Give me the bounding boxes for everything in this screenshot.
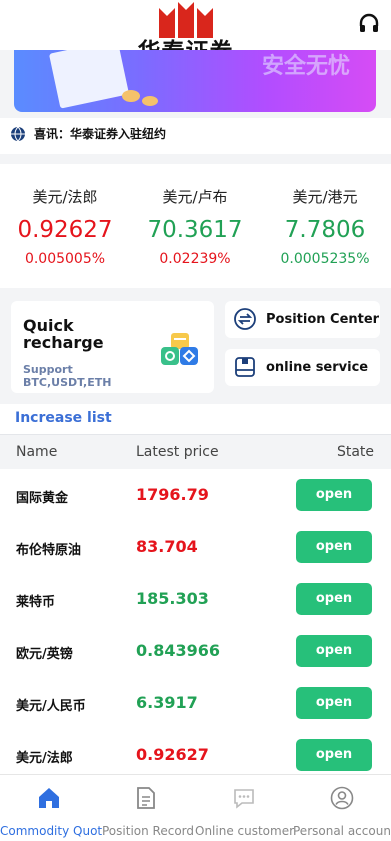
ticker-price: 70.3617 bbox=[147, 217, 243, 243]
row-name: 美元/人民币 bbox=[16, 699, 86, 714]
receipt-illustration bbox=[48, 50, 130, 109]
position-center-button[interactable]: Position Center bbox=[225, 301, 380, 338]
ticker-item[interactable]: 美元/法郎 0.92627 0.005005% bbox=[0, 186, 130, 267]
chat-icon bbox=[234, 789, 254, 809]
ticker-item[interactable]: 美元/港元 7.7806 0.0005235% bbox=[260, 186, 390, 267]
column-name: Name bbox=[16, 444, 58, 460]
table-header: Name Latest price State bbox=[0, 435, 391, 469]
nav-label: Personal account bbox=[293, 824, 391, 838]
exchange-icon bbox=[234, 308, 256, 330]
ticker-price: 0.92627 bbox=[17, 217, 113, 243]
row-name: 莱特币 bbox=[16, 595, 56, 610]
row-name: 布伦特原油 bbox=[16, 543, 82, 558]
headset-icon[interactable] bbox=[357, 12, 381, 36]
table-row[interactable]: 国际黄金 1796.79 open bbox=[0, 469, 391, 521]
row-name: 国际黄金 bbox=[16, 491, 69, 506]
open-button[interactable]: open bbox=[296, 635, 372, 667]
nav-label: Position Record bbox=[102, 824, 194, 838]
nav-commodity-quote[interactable]: Commodity Quot bbox=[0, 775, 102, 841]
promo-banner[interactable]: 安全无忧 bbox=[14, 50, 376, 112]
bottom-nav: Commodity Quot Position Record Online cu… bbox=[0, 774, 391, 841]
ticker-item[interactable]: 美元/卢布 70.3617 0.02239% bbox=[130, 186, 260, 267]
banner-tagline: 安全无忧 bbox=[261, 54, 350, 79]
table-row[interactable]: 美元/人民币 6.3917 open bbox=[0, 677, 391, 729]
shortcut-cards: Quick recharge Support BTC,USDT,ETH Posi… bbox=[0, 292, 391, 404]
wallet-icon bbox=[161, 333, 198, 365]
row-price: 1796.79 bbox=[136, 485, 209, 504]
online-service-button[interactable]: online service bbox=[225, 349, 380, 386]
currency-ticker: 美元/法郎 0.92627 0.005005% 美元/卢布 70.3617 0.… bbox=[0, 164, 391, 288]
document-icon bbox=[137, 787, 155, 809]
increase-list: 国际黄金 1796.79 open 布伦特原油 83.704 open 莱特币 … bbox=[0, 469, 391, 774]
coin-illustration bbox=[142, 96, 158, 106]
open-button[interactable]: open bbox=[296, 687, 372, 719]
open-button[interactable]: open bbox=[296, 479, 372, 511]
nav-position-record[interactable]: Position Record bbox=[98, 775, 194, 841]
logo-mark-icon bbox=[159, 2, 213, 38]
row-price: 6.3917 bbox=[136, 693, 198, 712]
quick-recharge-card[interactable]: Quick recharge Support BTC,USDT,ETH bbox=[11, 301, 214, 393]
online-service-label: online service bbox=[266, 360, 369, 375]
ticker-name: 美元/卢布 bbox=[162, 188, 228, 206]
table-row[interactable]: 美元/法郎 0.92627 open bbox=[0, 729, 391, 774]
home-icon bbox=[39, 788, 59, 808]
column-latest-price: Latest price bbox=[136, 444, 219, 460]
position-center-label: Position Center bbox=[266, 312, 380, 327]
table-row[interactable]: 欧元/英镑 0.843966 open bbox=[0, 625, 391, 677]
table-row[interactable]: 布伦特原油 83.704 open bbox=[0, 521, 391, 573]
row-price: 83.704 bbox=[136, 537, 198, 556]
nav-label: Online customer bbox=[195, 824, 295, 838]
notice-text: 喜讯：华泰证券入驻纽约 bbox=[34, 127, 167, 141]
row-price: 0.843966 bbox=[136, 641, 221, 660]
quick-recharge-subtitle: Support BTC,USDT,ETH bbox=[23, 363, 112, 389]
increase-list-title[interactable]: Increase list bbox=[15, 410, 112, 426]
coin-illustration bbox=[122, 90, 140, 102]
ticker-change: 0.0005235% bbox=[280, 251, 370, 267]
increase-list-header: Increase list bbox=[0, 404, 391, 435]
ticker-price: 7.7806 bbox=[284, 217, 366, 243]
service-icon bbox=[235, 357, 255, 377]
ticker-change: 0.005005% bbox=[24, 251, 106, 267]
ticker-change: 0.02239% bbox=[159, 251, 231, 267]
row-price: 185.303 bbox=[136, 589, 209, 608]
ticker-name: 美元/法郎 bbox=[32, 188, 98, 206]
column-state: State bbox=[336, 444, 374, 460]
news-notice[interactable]: 喜讯：华泰证券入驻纽约 bbox=[0, 118, 391, 154]
quick-recharge-title: Quick recharge bbox=[23, 316, 104, 352]
nav-online-customer[interactable]: Online customer bbox=[194, 775, 295, 841]
row-price: 0.92627 bbox=[136, 745, 209, 764]
row-name: 欧元/英镑 bbox=[16, 647, 73, 662]
nav-personal-account[interactable]: Personal account bbox=[292, 775, 391, 841]
table-row[interactable]: 莱特币 185.303 open bbox=[0, 573, 391, 625]
nav-label: Commodity Quot bbox=[0, 824, 103, 838]
open-button[interactable]: open bbox=[296, 531, 372, 563]
user-icon bbox=[330, 786, 354, 810]
open-button[interactable]: open bbox=[296, 739, 372, 771]
globe-icon bbox=[11, 126, 25, 142]
open-button[interactable]: open bbox=[296, 583, 372, 615]
ticker-name: 美元/港元 bbox=[292, 188, 358, 206]
top-bar: 华泰证券 bbox=[0, 0, 391, 66]
row-name: 美元/法郎 bbox=[16, 751, 73, 766]
